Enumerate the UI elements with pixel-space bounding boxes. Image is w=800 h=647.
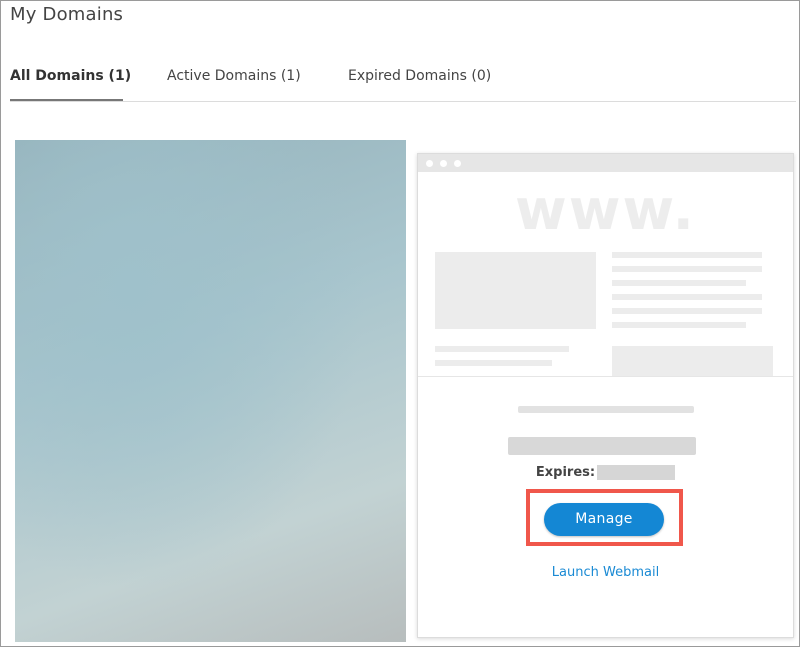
tab-expired-domains[interactable]: Expired Domains (0) [348,68,491,84]
preview-line [612,252,762,258]
manage-button[interactable]: Manage [544,503,664,536]
launch-webmail-link[interactable]: Launch Webmail [418,565,793,580]
preview-line [435,360,552,366]
preview-line [612,266,762,272]
page-title: My Domains [10,4,124,25]
card-divider [418,376,793,377]
preview-line [612,308,762,314]
tab-active-domains[interactable]: Active Domains (1) [167,68,301,84]
preview-line [612,294,762,300]
tab-all-domains[interactable]: All Domains (1) [10,68,131,84]
domain-tabs: All Domains (1) Active Domains (1) Expir… [10,56,796,102]
preview-line [612,280,746,286]
hero-image [15,140,406,642]
redacted-expiry-date [597,465,676,480]
preview-block [612,346,773,376]
window-dot [440,160,447,167]
preview-line [435,346,569,352]
browser-chrome [418,154,793,172]
window-dot [454,160,461,167]
expires-row: Expires: [418,465,793,480]
expires-label: Expires: [535,465,596,480]
window-dot [426,160,433,167]
redacted-domain-name [518,406,694,413]
active-tab-indicator [10,99,123,101]
preview-line [612,322,746,328]
preview-image-placeholder [435,252,596,329]
redacted-domain-status [508,437,696,455]
website-preview-text: www. [515,178,696,243]
domain-card: www. Expires: Launch Webmail [417,153,794,638]
